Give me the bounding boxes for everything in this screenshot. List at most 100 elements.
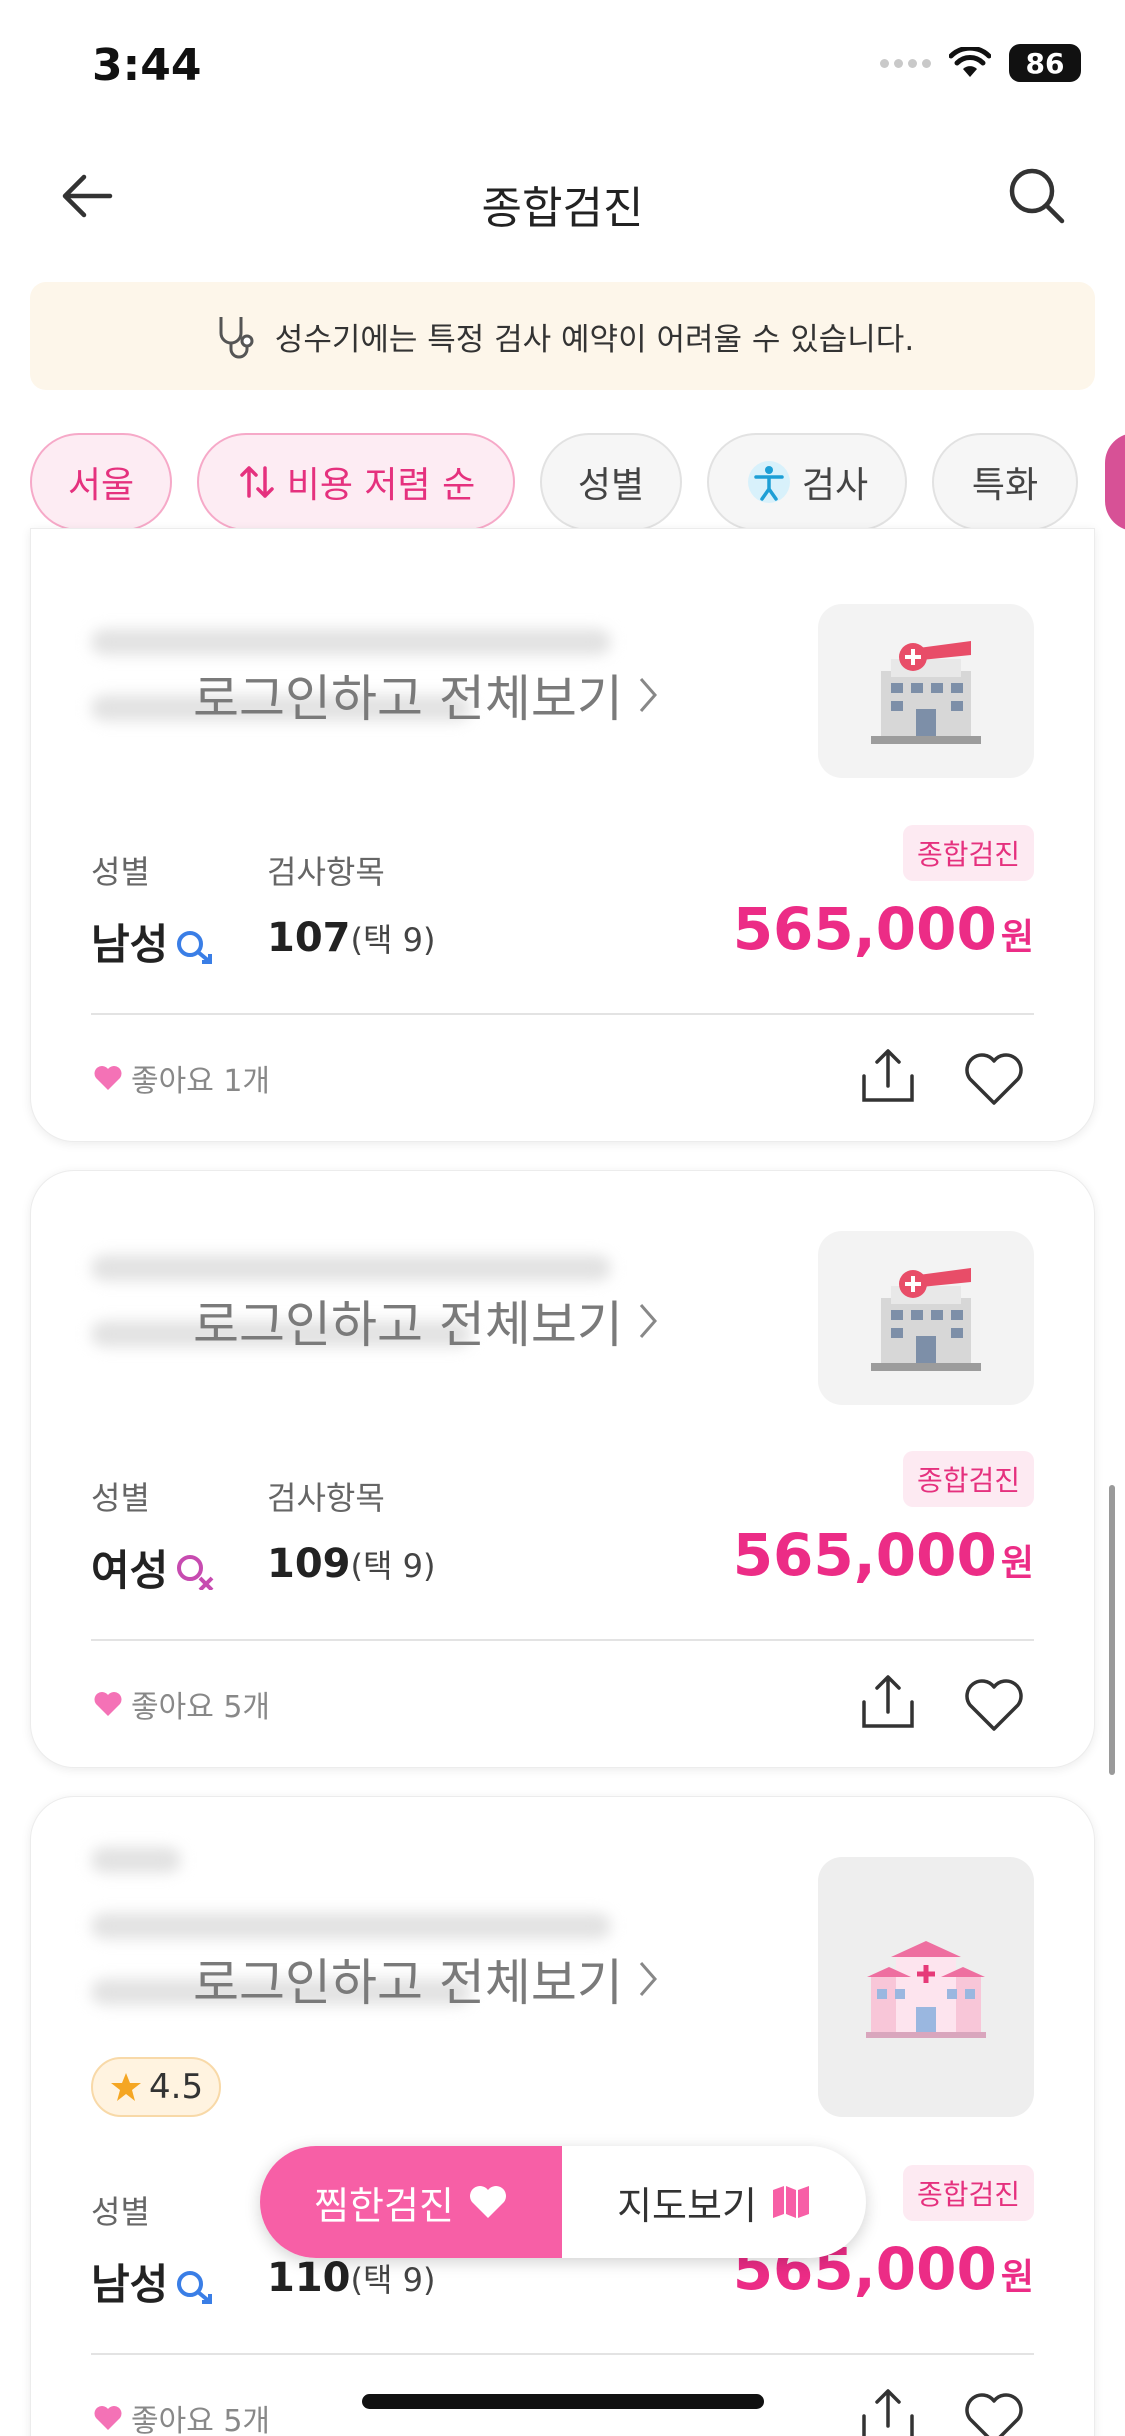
items-label: 검사항목 (267, 853, 385, 891)
filter-chip-gender[interactable]: 성별 (540, 433, 682, 531)
items-count: 109 (267, 1541, 351, 1587)
checkup-card[interactable]: 로그인하고 전체보기 4.5 성별 남성 110(택 9) 종합검진 565,0… (30, 1796, 1095, 2436)
notice-banner: 성수기에는 특정 검사 예약이 어려울 수 있습니다. (30, 282, 1095, 390)
signal-icon (880, 58, 931, 68)
filter-chip-test[interactable]: 검사 (707, 433, 907, 531)
category-tag: 종합검진 (902, 825, 1034, 881)
female-icon (177, 1554, 214, 1590)
hospital-thumbnail (818, 1857, 1034, 2117)
items-select: (택 9) (350, 921, 436, 959)
price-value: 565,000 (732, 895, 997, 963)
checkup-card[interactable]: 로그인하고 전체보기 성별 검사항목 여성 109(택 9) 종합검진 565,… (30, 1170, 1095, 1768)
map-view-label: 지도보기 (617, 2183, 757, 2228)
rating-value: 4.5 (149, 2067, 204, 2107)
search-icon[interactable] (1005, 164, 1069, 228)
gender-label: 성별 (91, 1479, 150, 1517)
likes: 좋아요 5개 (93, 2396, 270, 2436)
gender-text: 남성 (91, 2260, 169, 2309)
map-icon (772, 2186, 809, 2218)
status-time: 3:44 (92, 40, 202, 91)
chevron-right-icon (639, 678, 657, 712)
category-tag: 종합검진 (902, 1451, 1034, 1507)
price-currency: 원 (1000, 1543, 1034, 1584)
filter-chip-sort[interactable]: 비용 저렴 순 (197, 433, 515, 531)
card-divider (91, 1639, 1034, 1641)
price: 565,000 원 (733, 1521, 1034, 1589)
filter-chip-label: 검사 (801, 465, 869, 506)
filter-chip-label: 비용 저렴 순 (286, 465, 476, 506)
items-select: (택 9) (350, 2261, 436, 2299)
login-view-all-text: 로그인하고 전체보기 (193, 670, 623, 728)
checkup-card[interactable]: 로그인하고 전체보기 성별 검사항목 남성 107(택 9) 종합검진 565,… (30, 528, 1095, 1142)
items-count: 110 (267, 2255, 351, 2301)
hospital-icon (871, 641, 981, 744)
heart-filled-icon (469, 2186, 506, 2218)
heart-icon[interactable] (962, 1049, 1026, 1109)
chevron-right-icon (639, 1304, 657, 1338)
notice-text: 성수기에는 특정 검사 예약이 어려울 수 있습니다. (274, 321, 915, 358)
hospital-icon (871, 1268, 981, 1371)
items-value: 107(택 9) (267, 915, 435, 961)
accessibility-icon (747, 461, 790, 503)
gender-label: 성별 (91, 853, 150, 891)
login-view-all-text: 로그인하고 전체보기 (193, 1296, 623, 1354)
rating-badge: 4.5 (91, 2057, 222, 2117)
wifi-icon (949, 47, 991, 77)
filter-chip-label: 성별 (577, 465, 645, 506)
status-indicators: 86 (880, 44, 1081, 82)
filter-chip-label: 특화 (971, 465, 1039, 506)
likes-text: 좋아요 5개 (131, 2404, 271, 2436)
heart-filled-icon (94, 2406, 122, 2430)
heart-icon[interactable] (962, 2389, 1026, 2436)
card-divider (91, 2353, 1034, 2355)
login-view-all-link[interactable]: 로그인하고 전체보기 (193, 1285, 659, 1357)
card-divider (91, 1013, 1034, 1015)
gender-value: 남성 (91, 911, 216, 972)
home-indicator[interactable] (362, 2394, 764, 2409)
login-view-all-link[interactable]: 로그인하고 전체보기 (193, 1943, 659, 2015)
map-view-button[interactable]: 지도보기 (562, 2146, 866, 2258)
hospital-thumbnail (818, 604, 1034, 778)
share-icon[interactable] (858, 1046, 918, 1106)
filter-chip-region[interactable]: 서울 (30, 433, 172, 531)
price-currency: 원 (1000, 917, 1034, 958)
sort-arrows-icon (240, 466, 274, 498)
likes: 좋아요 1개 (93, 1056, 270, 1100)
login-view-all-link[interactable]: 로그인하고 전체보기 (193, 659, 659, 731)
login-view-all-text: 로그인하고 전체보기 (193, 1954, 623, 2012)
price-currency: 원 (1000, 2257, 1034, 2298)
price: 565,000 원 (733, 895, 1034, 963)
price-value: 565,000 (732, 1521, 997, 1589)
gender-value: 남성 (91, 2251, 216, 2312)
scrollbar[interactable] (1109, 1485, 1115, 1775)
filter-chips: 서울 비용 저렴 순 성별 검사 특화 (30, 433, 1125, 533)
chevron-right-icon (639, 1962, 657, 1996)
hospital-thumbnail (818, 1231, 1034, 1405)
wishlist-button[interactable]: 찜한검진 (260, 2146, 562, 2258)
heart-filled-icon (94, 1692, 122, 1716)
items-value: 109(택 9) (267, 1541, 435, 1587)
share-icon[interactable] (858, 1672, 918, 1732)
items-count: 107 (267, 915, 351, 961)
hospital-icon (866, 1941, 986, 2038)
gender-label: 성별 (91, 2193, 150, 2231)
share-icon[interactable] (858, 2386, 918, 2436)
items-select: (택 9) (350, 1547, 436, 1585)
male-icon (177, 930, 213, 964)
heart-filled-icon (94, 1066, 122, 1090)
floating-action-bar: 찜한검진 지도보기 (260, 2146, 866, 2258)
gender-text: 남성 (91, 920, 169, 969)
likes: 좋아요 5개 (93, 1682, 270, 1726)
category-tag: 종합검진 (902, 2165, 1034, 2221)
items-value: 110(택 9) (267, 2255, 435, 2301)
star-icon (111, 2073, 141, 2101)
filter-chip-special[interactable]: 특화 (932, 433, 1078, 531)
filter-chip-label: 서울 (67, 465, 135, 506)
battery-icon: 86 (1009, 44, 1081, 82)
gender-text: 여성 (91, 1546, 169, 1595)
heart-icon[interactable] (962, 1675, 1026, 1735)
male-icon (177, 2270, 213, 2304)
wishlist-label: 찜한검진 (314, 2183, 454, 2228)
likes-text: 좋아요 5개 (131, 1690, 271, 1725)
gender-value: 여성 (91, 1537, 216, 1598)
